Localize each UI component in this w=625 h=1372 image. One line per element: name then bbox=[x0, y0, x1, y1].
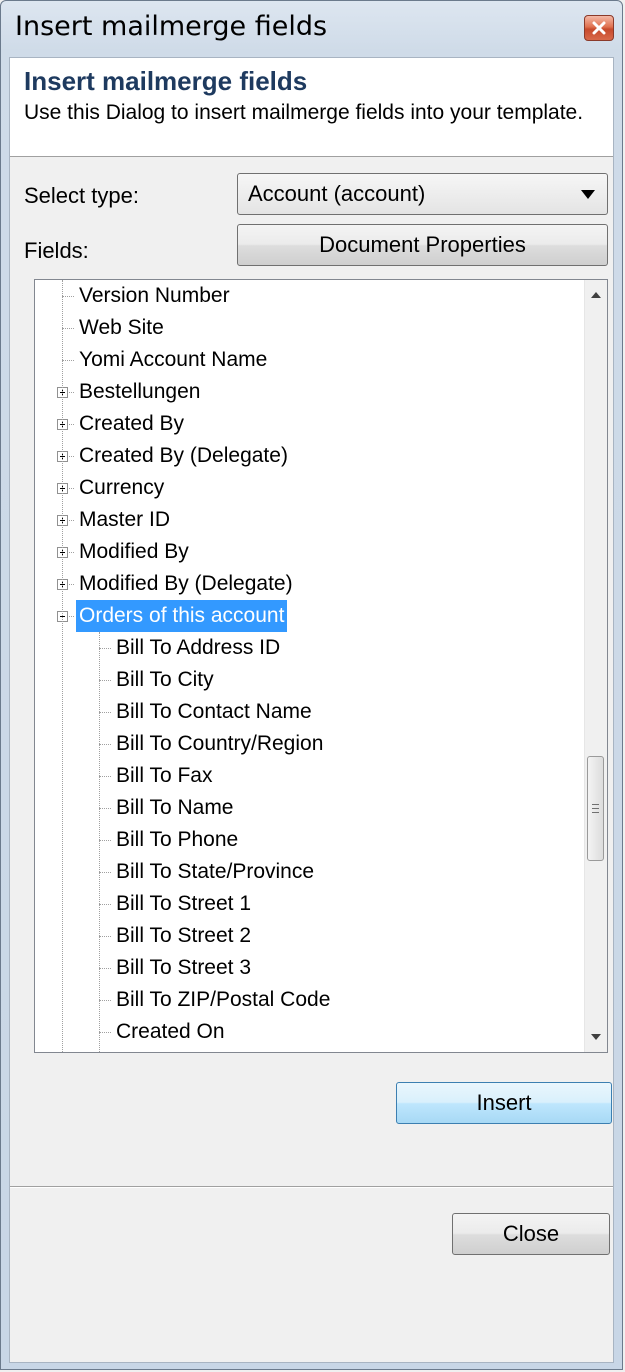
tree-node-label: Created On bbox=[116, 1020, 225, 1043]
close-button[interactable]: Close bbox=[452, 1213, 610, 1255]
tree-child-node[interactable]: Bill To City bbox=[35, 664, 585, 696]
tree-node[interactable]: Version Number bbox=[35, 280, 585, 312]
dialog-client-area: Insert mailmerge fields Use this Dialog … bbox=[9, 57, 614, 1363]
tree-node-label: Version Number bbox=[79, 284, 230, 307]
scroll-down-arrow-icon[interactable] bbox=[591, 1034, 601, 1040]
fields-label: Fields: bbox=[24, 238, 89, 263]
insert-button[interactable]: Insert bbox=[396, 1082, 612, 1124]
fields-tree[interactable]: Version Number Web Site Yomi Account Name B… bbox=[34, 279, 608, 1053]
tree-child-node[interactable]: Bill To Name bbox=[35, 792, 585, 824]
tree-node-label: Bill To Street 1 bbox=[116, 892, 252, 915]
tree-child-node[interactable]: Bill To Country/Region bbox=[35, 728, 585, 760]
tree-child-node[interactable]: Bill To State/Province bbox=[35, 856, 585, 888]
tree-node-label: Bill To State/Province bbox=[116, 860, 315, 883]
tree-connector-line bbox=[62, 280, 63, 1052]
banner-title: Insert mailmerge fields bbox=[24, 66, 308, 96]
scroll-up-arrow-icon[interactable] bbox=[591, 292, 601, 298]
tree-node-label: Customer Type bbox=[113, 1048, 261, 1052]
chevron-down-icon bbox=[581, 190, 595, 199]
select-type-value: Account (account) bbox=[248, 181, 426, 206]
tree-connector-line bbox=[99, 632, 100, 1052]
tree-child-node[interactable]: Created On bbox=[35, 1016, 585, 1048]
tree-node[interactable]: Modified By (Delegate) bbox=[35, 568, 585, 600]
tree-node[interactable]: Currency bbox=[35, 472, 585, 504]
tree-node-label: Bill To Phone bbox=[116, 828, 239, 851]
window-title: Insert mailmerge fields bbox=[15, 11, 328, 42]
tree-node-label: Master ID bbox=[79, 508, 171, 531]
select-type-label: Select type: bbox=[24, 183, 139, 208]
tree-node-label: Orders of this account bbox=[76, 600, 288, 632]
tree-node[interactable]: Web Site bbox=[35, 312, 585, 344]
tree-node-label: Bill To City bbox=[116, 668, 214, 691]
tree-node[interactable]: Modified By bbox=[35, 536, 585, 568]
tree-child-node[interactable]: Bill To ZIP/Postal Code bbox=[35, 984, 585, 1016]
header-banner: Insert mailmerge fields Use this Dialog … bbox=[10, 58, 613, 157]
tree-node-label: Bill To ZIP/Postal Code bbox=[116, 988, 331, 1011]
close-icon bbox=[592, 21, 606, 35]
select-type-dropdown[interactable]: Account (account) bbox=[237, 173, 608, 215]
tree-node[interactable]: Yomi Account Name bbox=[35, 344, 585, 376]
tree-node-label: Bill To Contact Name bbox=[116, 700, 312, 723]
document-properties-button[interactable]: Document Properties bbox=[237, 224, 608, 266]
tree-node-label: Modified By (Delegate) bbox=[79, 572, 293, 595]
tree-node-label: Created By bbox=[79, 412, 185, 435]
tree-rows: Version Number Web Site Yomi Account Name B… bbox=[35, 280, 585, 1052]
tree-node[interactable]: Created By (Delegate) bbox=[35, 440, 585, 472]
tree-node-label: Bill To Street 3 bbox=[116, 956, 252, 979]
scrollbar-thumb[interactable] bbox=[587, 756, 604, 861]
title-bar[interactable]: Insert mailmerge fields bbox=[1, 1, 622, 55]
tree-node-label: Bill To Country/Region bbox=[116, 732, 324, 755]
tree-child-node[interactable]: Bill To Fax bbox=[35, 760, 585, 792]
tree-node[interactable]: Master ID bbox=[35, 504, 585, 536]
tree-node[interactable]: Orders of this account bbox=[35, 600, 585, 632]
tree-node-label: Currency bbox=[79, 476, 165, 499]
tree-node-label: Bestellungen bbox=[79, 380, 201, 403]
tree-node-label: Bill To Street 2 bbox=[116, 924, 252, 947]
tree-node-label: Bill To Name bbox=[116, 796, 234, 819]
tree-child-node[interactable]: Bill To Phone bbox=[35, 824, 585, 856]
tree-child-node[interactable]: Bill To Address ID bbox=[35, 632, 585, 664]
tree-node-label: Bill To Fax bbox=[116, 764, 213, 787]
tree-child-node[interactable]: Bill To Street 2 bbox=[35, 920, 585, 952]
tree-node[interactable]: Bestellungen bbox=[35, 376, 585, 408]
separator bbox=[10, 1186, 613, 1188]
dialog-window: Insert mailmerge fields Insert mailmerge… bbox=[0, 0, 623, 1370]
window-close-button[interactable] bbox=[584, 15, 614, 41]
tree-node-label: Bill To Address ID bbox=[116, 636, 281, 659]
tree-child-node[interactable]: Bill To Street 3 bbox=[35, 952, 585, 984]
tree-node-label: Modified By bbox=[79, 540, 189, 563]
tree-child-node[interactable]: Bill To Street 1 bbox=[35, 888, 585, 920]
tree-node[interactable]: Created By bbox=[35, 408, 585, 440]
tree-node-label: Created By (Delegate) bbox=[79, 444, 288, 467]
tree-node-label: Yomi Account Name bbox=[79, 348, 268, 371]
tree-child-node[interactable]: Bill To Contact Name bbox=[35, 696, 585, 728]
tree-node-label: Web Site bbox=[79, 316, 164, 339]
banner-description: Use this Dialog to insert mailmerge fiel… bbox=[24, 101, 584, 124]
tree-vertical-scrollbar[interactable] bbox=[584, 280, 607, 1052]
tree-child-node[interactable]: Customer Type bbox=[35, 1048, 585, 1052]
